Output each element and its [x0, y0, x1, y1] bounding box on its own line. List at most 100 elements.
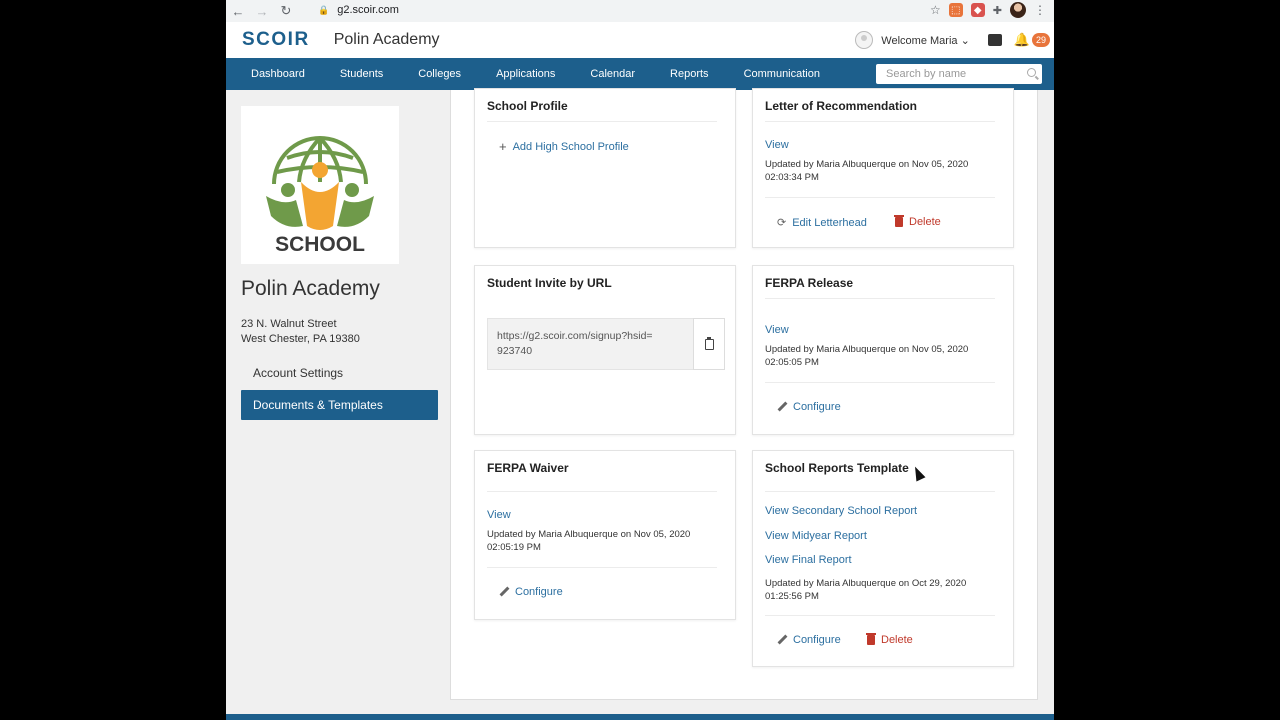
kebab-menu-icon[interactable]: ⋮ [1034, 3, 1046, 17]
card-title: FERPA Release [765, 276, 854, 290]
scoir-logo[interactable]: SCOIR [242, 29, 310, 51]
divider [765, 197, 995, 198]
school-reports-template-card: School Reports Template View Secondary S… [752, 450, 1014, 667]
update-info-line2: 02:03:34 PM [765, 172, 819, 183]
delete-label: Delete [909, 216, 941, 228]
bell-icon[interactable]: 🔔 [1014, 32, 1030, 48]
app-screen: ← → ↻ 🔒 g2.scoir.com ☆ ⬚ ◆ ✚ ⋮ SCOIR Pol… [226, 0, 1054, 720]
view-ferpa-release-link[interactable]: View [765, 324, 789, 336]
browser-toolbar: ← → ↻ 🔒 g2.scoir.com ☆ ⬚ ◆ ✚ ⋮ [226, 0, 1054, 22]
view-ferpa-waiver-link[interactable]: View [487, 509, 511, 521]
update-info-line1: Updated by Maria Albuquerque on Oct 29, … [765, 578, 967, 589]
search-input[interactable] [886, 68, 1026, 80]
card-title: School Reports Template [765, 461, 909, 475]
welcome-menu[interactable]: Welcome Maria ⌄ [881, 34, 970, 47]
update-info-line2: 02:05:19 PM [487, 542, 541, 553]
trash-icon [866, 633, 876, 645]
browser-extensions: ☆ ⬚ ◆ ✚ ⋮ [930, 0, 1046, 20]
sidebar-item-account-settings[interactable]: Account Settings [241, 358, 438, 388]
star-icon[interactable]: ☆ [930, 3, 941, 17]
configure-ferpa-waiver-button[interactable]: Configure [499, 586, 563, 598]
extension-icon-multi[interactable]: ◆ [970, 3, 985, 17]
view-midyear-report-link[interactable]: View Midyear Report [765, 530, 867, 542]
school-logo-text: SCHOOL [275, 233, 365, 256]
divider [765, 615, 995, 616]
configure-ferpa-release-button[interactable]: Configure [777, 401, 841, 413]
nav-colleges[interactable]: Colleges [418, 68, 461, 80]
school-profile-name: Polin Academy [241, 277, 380, 300]
card-title: FERPA Waiver [487, 461, 569, 475]
delete-label: Delete [881, 634, 913, 646]
add-profile-label: Add High School Profile [512, 140, 629, 153]
configure-label: Configure [793, 401, 841, 413]
user-avatar[interactable] [855, 31, 874, 49]
card-title: Letter of Recommendation [765, 99, 918, 113]
pencil-icon [499, 587, 509, 597]
notification-badge[interactable]: 29 [1031, 33, 1050, 47]
update-info: Updated by Maria Albuquerque on Nov 05, … [765, 158, 985, 184]
clipboard-icon [704, 336, 714, 350]
pencil-icon [777, 402, 787, 412]
address-line-1: 23 N. Walnut Street [241, 318, 337, 330]
add-high-school-profile-button[interactable]: + Add High School Profile [499, 139, 629, 154]
configure-school-reports-button[interactable]: Configure [777, 634, 841, 646]
delete-school-reports-button[interactable]: Delete [866, 633, 913, 646]
edit-letterhead-button[interactable]: ⟳ Edit Letterhead [777, 216, 867, 230]
update-info: Updated by Maria Albuquerque on Nov 05, … [765, 343, 985, 369]
nav-dashboard[interactable]: Dashboard [251, 68, 305, 80]
forward-icon[interactable]: → [250, 4, 274, 19]
pencil-icon [777, 635, 787, 645]
url-text: g2.scoir.com [337, 4, 399, 16]
browser-profile-avatar[interactable] [1010, 2, 1026, 18]
view-secondary-school-report-link[interactable]: View Secondary School Report [765, 505, 917, 517]
configure-label: Configure [793, 634, 841, 646]
app-header: SCOIR Polin Academy Welcome Maria ⌄ 🔔 29 [226, 22, 1054, 58]
school-address: 23 N. Walnut Street West Chester, PA 193… [241, 317, 360, 347]
divider [487, 121, 717, 122]
card-title: School Profile [487, 99, 568, 113]
trash-icon [894, 215, 904, 227]
school-logo: SCHOOL [241, 106, 399, 264]
chat-icon[interactable] [987, 34, 1002, 46]
update-info-line2: 01:25:56 PM [765, 591, 819, 602]
sidebar-item-documents-templates[interactable]: Documents & Templates [241, 390, 438, 420]
documents-panel: School Profile + Add High School Profile… [450, 88, 1038, 700]
invite-url-field[interactable]: https://g2.scoir.com/signup?hsid=923740 [487, 318, 725, 370]
divider [487, 491, 717, 492]
back-icon[interactable]: ← [226, 4, 250, 19]
lock-icon: 🔒 [318, 4, 330, 15]
main-nav: Dashboard Students Colleges Applications… [226, 58, 1054, 90]
ferpa-waiver-card: FERPA Waiver View Updated by Maria Albuq… [474, 450, 736, 620]
chevron-down-icon: ⌄ [960, 34, 970, 47]
update-info-line1: Updated by Maria Albuquerque on Nov 05, … [765, 159, 969, 170]
nav-communication[interactable]: Communication [744, 68, 820, 80]
invite-url: https://g2.scoir.com/signup?hsid=923740 [497, 330, 653, 357]
header-user-area: Welcome Maria ⌄ 🔔 29 [855, 22, 1054, 58]
school-profile-card: School Profile + Add High School Profile [474, 88, 736, 248]
search-icon[interactable] [1027, 68, 1036, 77]
copy-url-button[interactable] [693, 318, 725, 370]
address-bar[interactable]: 🔒 g2.scoir.com [314, 0, 914, 20]
update-info: Updated by Maria Albuquerque on Oct 29, … [765, 577, 985, 603]
puzzle-icon[interactable]: ✚ [993, 4, 1002, 17]
search-box [876, 64, 1042, 84]
update-info-line2: 02:05:05 PM [765, 357, 819, 368]
delete-letter-button[interactable]: Delete [894, 215, 941, 228]
nav-reports[interactable]: Reports [670, 68, 709, 80]
reload-icon[interactable]: ↻ [274, 3, 298, 19]
nav-applications[interactable]: Applications [496, 68, 555, 80]
divider [765, 382, 995, 383]
welcome-text: Welcome Maria [881, 34, 958, 47]
student-invite-card: Student Invite by URL https://g2.scoir.c… [474, 265, 736, 435]
divider [765, 491, 995, 492]
view-final-report-link[interactable]: View Final Report [765, 554, 852, 566]
view-letter-link[interactable]: View [765, 139, 789, 151]
ferpa-release-card: FERPA Release View Updated by Maria Albu… [752, 265, 1014, 435]
update-info-line1: Updated by Maria Albuquerque on Nov 05, … [765, 344, 969, 355]
nav-students[interactable]: Students [340, 68, 383, 80]
update-info-line1: Updated by Maria Albuquerque on Nov 05, … [487, 529, 691, 540]
extension-icon-orange[interactable]: ⬚ [948, 3, 963, 17]
nav-calendar[interactable]: Calendar [590, 68, 635, 80]
divider [487, 567, 717, 568]
footer-bar [226, 714, 1054, 720]
